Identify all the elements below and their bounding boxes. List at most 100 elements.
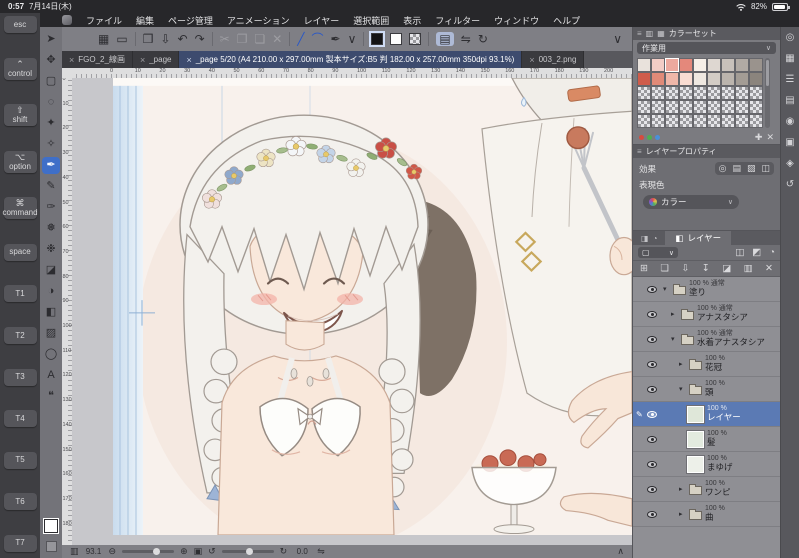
main-color-chip[interactable] xyxy=(43,518,59,534)
color-swatch[interactable] xyxy=(707,58,721,72)
modifier-key-T3[interactable]: T3 xyxy=(3,368,37,386)
zoom-in-icon[interactable]: ⊕ xyxy=(180,547,188,556)
layer-color-effect-icon[interactable]: ◫ xyxy=(761,163,770,174)
blend-tool[interactable]: ◑ xyxy=(42,283,60,300)
color-swatch[interactable] xyxy=(665,58,679,72)
paste-icon[interactable]: ❏ xyxy=(254,33,265,45)
text-tool[interactable]: A xyxy=(42,367,60,384)
tone-effect-icon[interactable]: ▨ xyxy=(747,163,756,174)
color-swatch[interactable] xyxy=(679,100,693,114)
layer-thumbnail[interactable] xyxy=(686,454,705,474)
modifier-key-T2[interactable]: T2 xyxy=(3,327,37,345)
document-tab-1[interactable]: × _page xyxy=(132,51,180,68)
layer-row-花冠[interactable]: ▸ 100 % 花冠 xyxy=(633,352,780,377)
layer-visibility-eye-icon[interactable] xyxy=(647,310,657,318)
bottom-bar-collapse-icon[interactable]: ∧ xyxy=(617,547,624,556)
color-swatch[interactable] xyxy=(637,100,651,114)
rotate-left-icon[interactable]: ↺ xyxy=(208,547,216,556)
menu-レイヤー[interactable]: レイヤー xyxy=(304,14,340,27)
operate-tool[interactable]: ➤ xyxy=(42,31,60,48)
sub-color-swatch[interactable] xyxy=(390,33,403,45)
folder-expand-arrow-icon[interactable]: ▸ xyxy=(679,360,686,368)
app-menu-icon[interactable] xyxy=(62,15,72,25)
move-layer-tool[interactable]: ✥ xyxy=(42,52,60,69)
modifier-key-T6[interactable]: T6 xyxy=(3,493,37,511)
document-tab-2[interactable]: × _page 5/20 (A4 210.00 x 297.00mm 製本サイズ:… xyxy=(179,51,523,68)
color-swatch[interactable] xyxy=(651,100,665,114)
color-swatch[interactable] xyxy=(721,86,735,100)
color-swatch[interactable] xyxy=(665,72,679,86)
panel-grip-icon[interactable]: ≡ xyxy=(637,29,642,38)
layer-row-曲[interactable]: ▸ 100 % 曲 xyxy=(633,502,780,527)
tab-close-icon[interactable]: × xyxy=(529,55,534,65)
toolbar-collapse-icon[interactable]: ∨ xyxy=(613,33,622,45)
blend-mode-dropdown[interactable]: ▢ ∨ xyxy=(638,247,678,258)
undo-icon[interactable]: ↶ xyxy=(178,33,188,45)
document-tab-0[interactable]: × FGO_2_線画 xyxy=(62,51,133,68)
layer-row-塗り[interactable]: ▾ 100 % 通常 塗り xyxy=(633,277,780,302)
color-swatch[interactable] xyxy=(693,58,707,72)
selection-tool[interactable]: ▢ xyxy=(42,73,60,90)
auto-select-tool[interactable]: ✦ xyxy=(42,115,60,132)
flip-canvas-icon[interactable]: ⇋ xyxy=(461,33,471,45)
menu-選択範囲[interactable]: 選択範囲 xyxy=(353,14,389,27)
zoom-out-icon[interactable]: ⊖ xyxy=(109,547,117,556)
hide-palette-icon[interactable]: ▥ xyxy=(70,547,79,556)
layer-thumbnail[interactable] xyxy=(686,429,705,449)
transfer-layer-icon[interactable]: ⇩ xyxy=(681,264,689,274)
modifier-key-option[interactable]: ⌥ option xyxy=(3,150,37,173)
tab-close-icon[interactable]: × xyxy=(140,55,145,65)
layer-visibility-eye-icon[interactable] xyxy=(647,460,657,468)
gradient-tool[interactable]: ▨ xyxy=(42,325,60,342)
layer-row-アナスタシア[interactable]: ▸ 100 % 通常 アナスタシア xyxy=(633,302,780,327)
layer-thumbnail[interactable] xyxy=(686,404,705,424)
layer-row-まゆげ[interactable]: 100 % まゆげ xyxy=(633,452,780,477)
color-swatch[interactable] xyxy=(749,58,763,72)
modifier-key-T5[interactable]: T5 xyxy=(3,451,37,469)
transparent-color-swatch[interactable] xyxy=(409,33,422,45)
layer-visibility-eye-icon[interactable] xyxy=(647,360,657,368)
menu-アニメーション[interactable]: アニメーション xyxy=(227,14,290,27)
color-swatch[interactable] xyxy=(749,114,763,128)
color-wheel-icon[interactable]: ◎ xyxy=(786,33,795,43)
layer-visibility-eye-icon[interactable] xyxy=(647,410,657,418)
color-swatch[interactable] xyxy=(637,114,651,128)
folder-expand-arrow-icon[interactable]: ▸ xyxy=(679,510,686,518)
new-folder-icon[interactable]: ❏ xyxy=(660,264,669,274)
delete-icon[interactable]: ✕ xyxy=(272,33,282,45)
layer-alt-tab[interactable]: ◨ ◔ xyxy=(633,231,665,245)
modifier-key-T1[interactable]: T1 xyxy=(3,285,37,303)
paper-texture-icon[interactable]: ▤ xyxy=(732,163,741,174)
layer-visibility-eye-icon[interactable] xyxy=(647,485,657,493)
lasso-tool[interactable]: ◌ xyxy=(42,94,60,111)
color-swatch[interactable] xyxy=(721,114,735,128)
layer-tab[interactable]: ◧ レイヤー xyxy=(665,231,732,245)
modifier-key-T4[interactable]: T4 xyxy=(3,410,37,428)
rotate-canvas-icon[interactable]: ↻ xyxy=(478,33,488,45)
brush-dropdown-icon[interactable]: ∨ xyxy=(348,33,357,45)
menu-フィルター[interactable]: フィルター xyxy=(435,14,480,27)
border-effect-icon[interactable]: ◎ xyxy=(719,163,727,174)
folder-expand-arrow-icon[interactable]: ▸ xyxy=(679,485,686,493)
modifier-key-esc[interactable]: esc xyxy=(3,16,37,33)
approx-color-icon[interactable]: ▤ xyxy=(785,96,794,106)
menu-ページ管理[interactable]: ページ管理 xyxy=(168,14,213,27)
color-swatch[interactable] xyxy=(693,86,707,100)
layer-visibility-eye-icon[interactable] xyxy=(647,435,657,443)
airbrush-tool[interactable]: ❅ xyxy=(42,220,60,237)
line-tool-icon[interactable]: ╱ xyxy=(297,33,304,45)
history-icon[interactable]: ↺ xyxy=(786,180,794,190)
brush-tool[interactable]: ✑ xyxy=(42,199,60,216)
color-swatch[interactable] xyxy=(693,100,707,114)
menu-編集[interactable]: 編集 xyxy=(136,14,154,27)
color-swatch[interactable] xyxy=(693,114,707,128)
lock-layer-icon[interactable]: ◩ xyxy=(752,248,761,258)
layer-row-髪[interactable]: 100 % 髪 xyxy=(633,427,780,452)
color-swatch[interactable] xyxy=(651,58,665,72)
color-swatch[interactable] xyxy=(749,72,763,86)
layer-visibility-eye-icon[interactable] xyxy=(647,510,657,518)
tab-close-icon[interactable]: × xyxy=(69,55,74,65)
color-swatch[interactable] xyxy=(707,114,721,128)
color-swatch[interactable] xyxy=(735,114,749,128)
color-set-icon[interactable]: ▦ xyxy=(785,54,794,64)
